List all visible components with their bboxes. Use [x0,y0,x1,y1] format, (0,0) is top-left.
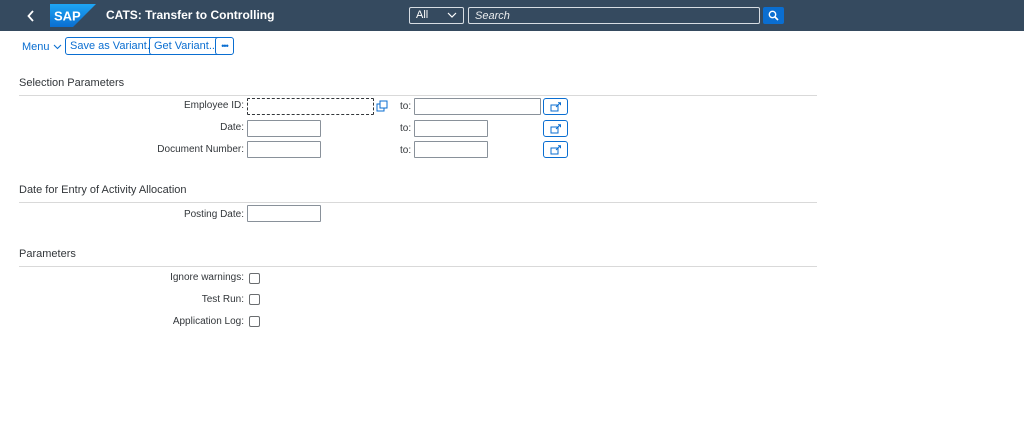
more-actions-button[interactable]: ••• [215,37,234,55]
search-icon [768,10,779,21]
back-button[interactable] [21,6,41,26]
chevron-down-icon [447,12,457,18]
multiple-selection-icon [550,123,561,133]
date-multiple-selection-button[interactable] [543,120,568,137]
document-number-to-input[interactable] [414,141,488,158]
employee-id-label: Employee ID: [183,100,244,111]
section-divider [19,202,817,203]
search-input[interactable] [468,7,760,24]
sap-logo-text: SAP [54,9,81,24]
multiple-selection-icon [550,101,561,111]
date-label: Date: [220,122,244,133]
test-run-label: Test Run: [201,294,244,305]
date-to-label: to: [400,123,412,134]
employee-id-multiple-selection-button[interactable] [543,98,568,115]
chevron-left-icon [27,10,34,22]
app-title: CATS: Transfer to Controlling [106,8,275,22]
date-to-input[interactable] [414,120,488,137]
document-number-to-label: to: [400,145,412,156]
ignore-warnings-checkbox[interactable] [249,273,260,284]
chevron-down-icon [53,44,61,50]
ignore-warnings-label: Ignore warnings: [170,272,244,283]
document-number-from-input[interactable] [247,141,321,158]
menu-button[interactable]: Menu [22,41,62,53]
section-title-parameters: Parameters [19,248,76,260]
section-title-selection: Selection Parameters [19,77,125,89]
application-log-checkbox[interactable] [249,316,260,327]
posting-date-input[interactable] [247,205,321,222]
employee-id-to-input[interactable] [414,98,541,115]
sap-logo: SAP [50,4,96,27]
employee-id-from-input[interactable] [247,98,374,115]
document-number-label: Document Number: [157,144,244,155]
test-run-checkbox[interactable] [249,294,260,305]
search-button[interactable] [763,7,784,24]
search-scope-value: All [416,9,429,21]
value-help-icon[interactable] [376,100,388,112]
section-divider [19,266,817,267]
multiple-selection-icon [550,144,561,154]
section-divider [19,95,817,96]
date-from-input[interactable] [247,120,321,137]
posting-date-label: Posting Date: [183,209,244,220]
application-log-label: Application Log: [172,316,244,327]
search-scope-select[interactable]: All [409,7,464,24]
menu-label: Menu [22,41,50,53]
get-variant-button[interactable]: Get Variant... [149,37,223,55]
save-as-variant-button[interactable]: Save as Variant... [65,37,162,55]
document-number-multiple-selection-button[interactable] [543,141,568,158]
employee-id-to-label: to: [400,101,412,112]
shell-bar: SAP CATS: Transfer to Controlling All [0,0,1024,31]
section-title-activity: Date for Entry of Activity Allocation [19,184,187,196]
